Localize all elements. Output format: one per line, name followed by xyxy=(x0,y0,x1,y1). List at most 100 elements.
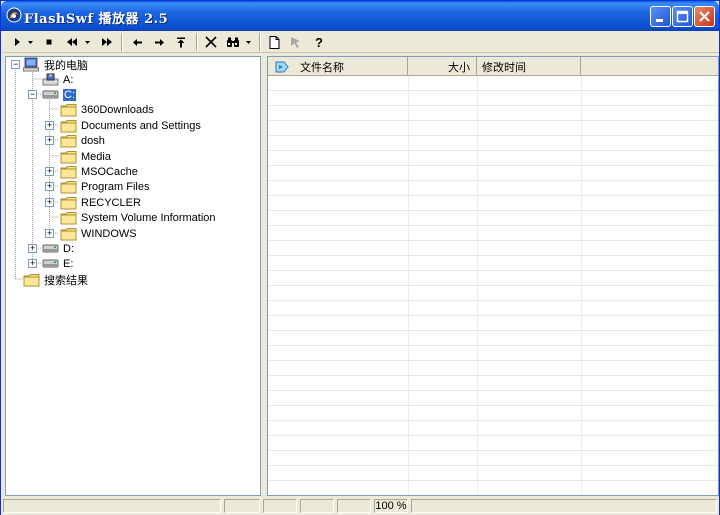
folder-icon xyxy=(60,227,77,240)
folder-tree[interactable]: − − + + + + + + + + 我的电脑 A: C: 360Downlo… xyxy=(5,56,261,496)
column-gridline xyxy=(581,76,582,495)
status-cell xyxy=(337,499,371,513)
fast-forward-icon xyxy=(102,38,112,46)
tree-item-msocache[interactable]: MSOCache xyxy=(60,164,138,179)
document-icon xyxy=(269,35,279,49)
tree-item-documents-and-settings[interactable]: Documents and Settings xyxy=(60,118,201,133)
expand-toggle-program-files[interactable]: + xyxy=(45,182,54,191)
toolbar: ? xyxy=(3,31,719,53)
forward-button[interactable] xyxy=(151,34,167,50)
toolbar-separator xyxy=(121,33,123,51)
app-icon xyxy=(6,7,22,23)
hard-drive-icon xyxy=(42,259,59,268)
tree-item-windows[interactable]: WINDOWS xyxy=(60,226,137,241)
arrow-left-icon xyxy=(132,38,142,46)
selected-label: C: xyxy=(63,88,76,101)
expand-toggle-msocache[interactable]: + xyxy=(45,167,54,176)
x-icon xyxy=(205,36,217,48)
tree-item-my-computer[interactable]: 我的电脑 xyxy=(23,57,88,72)
rewind-icon xyxy=(67,38,77,46)
find-button[interactable] xyxy=(224,34,242,50)
tree-item-360downloads[interactable]: 360Downloads xyxy=(60,102,154,117)
tree-item-drive-c[interactable]: C: xyxy=(42,87,76,102)
status-cell xyxy=(224,499,260,513)
status-cell xyxy=(300,499,334,513)
status-cell-info xyxy=(3,499,221,513)
tree-item-recycler[interactable]: RECYCLER xyxy=(60,195,141,210)
expand-toggle-drive-e[interactable]: + xyxy=(28,259,37,268)
status-cell-filler xyxy=(411,499,717,513)
close-button[interactable] xyxy=(694,6,715,27)
collapse-toggle-my-computer[interactable]: − xyxy=(11,60,20,69)
binoculars-icon xyxy=(227,37,239,47)
minimize-button[interactable] xyxy=(650,6,671,27)
tree-item-dosh[interactable]: dosh xyxy=(60,133,105,148)
play-icon xyxy=(15,38,20,46)
file-list-header: 文件名称 大小 修改时间 xyxy=(268,57,718,76)
tree-item-search-results[interactable]: 搜索结果 xyxy=(23,272,88,287)
folder-icon xyxy=(60,196,77,209)
play-dropdown-button[interactable] xyxy=(25,34,35,50)
column-header-filler xyxy=(581,57,718,76)
toolbar-separator xyxy=(196,33,198,51)
toolbar-separator xyxy=(259,33,261,51)
folder-icon xyxy=(60,165,77,178)
column-header-name[interactable]: 文件名称 xyxy=(268,57,408,76)
search-results-folder-icon xyxy=(23,273,40,286)
status-cell xyxy=(263,499,297,513)
fast-forward-button[interactable] xyxy=(99,34,115,50)
pointer-icon xyxy=(291,36,300,48)
new-file-button[interactable] xyxy=(266,34,282,50)
expand-toggle-windows[interactable]: + xyxy=(45,229,54,238)
arrow-up-bar-icon xyxy=(177,37,185,47)
help-button[interactable]: ? xyxy=(311,34,327,50)
folder-icon xyxy=(60,134,77,147)
rewind-button[interactable] xyxy=(64,34,80,50)
flash-file-icon xyxy=(275,61,289,72)
hard-drive-icon xyxy=(42,90,59,99)
column-gridline xyxy=(408,76,409,495)
status-bar: 100 % xyxy=(1,497,719,515)
dropdown-arrow-icon xyxy=(84,41,90,44)
tree-item-program-files[interactable]: Program Files xyxy=(60,179,149,194)
tree-item-media[interactable]: Media xyxy=(60,149,111,164)
play-button[interactable] xyxy=(11,34,23,50)
file-list[interactable]: 文件名称 大小 修改时间 xyxy=(267,56,719,496)
hard-drive-icon xyxy=(42,244,59,253)
up-folder-button[interactable] xyxy=(173,34,189,50)
expand-toggle-dosh[interactable]: + xyxy=(45,136,54,145)
tree-item-drive-e[interactable]: E: xyxy=(42,256,73,271)
file-list-body[interactable] xyxy=(268,76,718,495)
arrow-right-icon xyxy=(154,38,164,46)
column-header-modified[interactable]: 修改时间 xyxy=(477,57,581,76)
zoom-status: 100 % xyxy=(374,499,408,513)
floppy-drive-icon xyxy=(42,73,59,86)
folder-icon xyxy=(60,211,77,224)
dropdown-arrow-icon xyxy=(27,41,33,44)
find-dropdown-button[interactable] xyxy=(243,34,253,50)
rewind-dropdown-button[interactable] xyxy=(82,34,92,50)
back-button[interactable] xyxy=(129,34,145,50)
expand-toggle-drive-d[interactable]: + xyxy=(28,244,37,253)
expand-toggle-documents-and-settings[interactable]: + xyxy=(45,121,54,130)
help-icon: ? xyxy=(315,34,323,50)
column-header-size[interactable]: 大小 xyxy=(408,57,477,76)
maximize-button[interactable] xyxy=(672,6,693,27)
delete-button[interactable] xyxy=(203,34,219,50)
tree-item-drive-a[interactable]: A: xyxy=(42,72,73,87)
dropdown-arrow-icon xyxy=(245,41,251,44)
folder-icon xyxy=(60,119,77,132)
column-gridline xyxy=(477,76,478,495)
collapse-toggle-drive-c[interactable]: − xyxy=(28,90,37,99)
folder-icon xyxy=(60,103,77,116)
tree-item-drive-d[interactable]: D: xyxy=(42,241,74,256)
stop-button[interactable] xyxy=(43,34,55,50)
folder-icon xyxy=(60,150,77,163)
title-bar[interactable]: FlashSwf 播放器 2.5 xyxy=(1,1,719,31)
tree-item-system-volume-information[interactable]: System Volume Information xyxy=(60,210,216,225)
window-title: FlashSwf 播放器 2.5 xyxy=(24,12,169,27)
pointer-button[interactable] xyxy=(288,34,304,50)
expand-toggle-recycler[interactable]: + xyxy=(45,198,54,207)
app-window: FlashSwf 播放器 2.5 ? − − + + + + + + + + 我… xyxy=(0,0,720,515)
folder-icon xyxy=(60,180,77,193)
